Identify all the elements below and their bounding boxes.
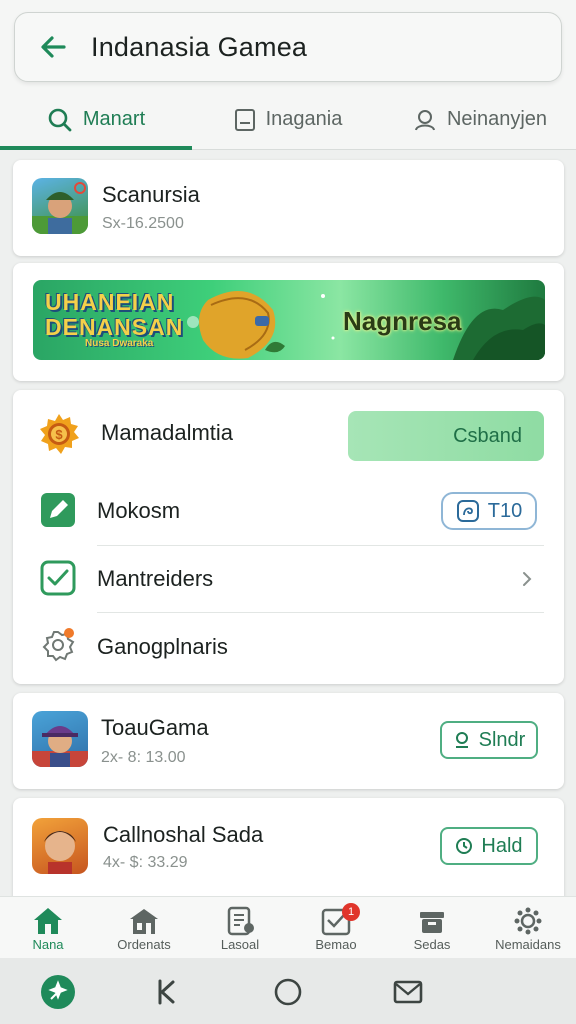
nav-item-nana[interactable]: Nana bbox=[0, 897, 96, 958]
sparkle-icon bbox=[41, 975, 75, 1009]
back-button[interactable] bbox=[33, 27, 73, 67]
tab-inagania[interactable]: Inagania bbox=[192, 90, 384, 149]
arrow-left-icon bbox=[41, 36, 66, 58]
menu-label: Mokosm bbox=[97, 498, 181, 523]
coin-gear-icon: $ bbox=[40, 414, 79, 454]
person-icon bbox=[414, 109, 435, 130]
app-subtitle: 2x- 8: 13.00 bbox=[101, 749, 186, 766]
menu-row-mokosm[interactable]: Mokosm T10 bbox=[13, 476, 564, 544]
tab-bar: Manart Inagania Neinanyjen bbox=[0, 90, 576, 150]
system-nav-bar bbox=[0, 958, 576, 1024]
menu-label: Mamadalmtia bbox=[101, 420, 234, 445]
nav-item-sedas[interactable]: Sedas bbox=[384, 897, 480, 958]
download-icon bbox=[455, 732, 468, 748]
mail-icon bbox=[393, 980, 423, 1004]
page-title: Indanasia Gamea bbox=[91, 31, 308, 62]
nav-label: Nana bbox=[32, 937, 64, 952]
tab-label: Inagania bbox=[265, 108, 343, 130]
home-nav-button[interactable] bbox=[268, 972, 308, 1012]
app-title: ToauGama bbox=[101, 715, 209, 740]
back-chevron-icon bbox=[158, 979, 175, 1005]
bottom-nav: Nana Ordenats Lasoal 1 Bemao Sedas Nemai… bbox=[0, 896, 576, 958]
square-icon bbox=[234, 108, 255, 131]
menu-label: Ganogplnaris bbox=[97, 634, 228, 659]
svg-text:$: $ bbox=[55, 427, 63, 442]
banner-headline: Nagnresa bbox=[343, 306, 462, 336]
top-bar: Indanasia Gamea bbox=[0, 0, 576, 96]
recents-nav-button[interactable] bbox=[388, 972, 428, 1012]
tab-neinanyjen[interactable]: Neinanyjen bbox=[384, 90, 576, 149]
slndr-button[interactable]: Slndr bbox=[440, 721, 538, 759]
clock-icon bbox=[456, 838, 473, 854]
csband-button[interactable]: Csband bbox=[348, 411, 544, 461]
document-icon bbox=[227, 906, 254, 936]
menu-row-mamadalmtia[interactable]: $ Mamadalmtia Csband bbox=[13, 394, 564, 470]
app-card-scanursia[interactable]: Scanursia Sx-16.2500 bbox=[13, 160, 564, 256]
pencil-square-icon bbox=[41, 493, 75, 527]
nav-label: Bemao bbox=[315, 937, 357, 952]
app-title: Scanursia bbox=[102, 182, 200, 207]
back-nav-button[interactable] bbox=[146, 972, 186, 1012]
settings-icon bbox=[514, 907, 542, 935]
chevron-right-icon bbox=[523, 572, 532, 586]
nav-label: Lasoal bbox=[220, 937, 260, 952]
circle-home-icon bbox=[274, 978, 302, 1006]
t10-button[interactable]: T10 bbox=[441, 492, 537, 530]
app-title: Callnoshal Sada bbox=[103, 822, 264, 847]
app-icon bbox=[32, 178, 88, 234]
checkbox-icon bbox=[40, 560, 76, 596]
home-icon bbox=[34, 908, 62, 934]
banner-card: UHANEIAN DENANSAN Nusa Dwaraka Nagnresa bbox=[13, 263, 564, 381]
app-icon bbox=[32, 711, 88, 767]
title-bar: Indanasia Gamea bbox=[14, 12, 562, 82]
banner-logo-text: UHANEIAN DENANSAN bbox=[45, 289, 184, 340]
nav-item-bemao[interactable]: 1 Bemao bbox=[288, 897, 384, 958]
menu-row-ganogplnaris[interactable]: Ganogplnaris bbox=[13, 612, 564, 680]
nav-item-nemaidans[interactable]: Nemaidans bbox=[480, 897, 576, 958]
promo-banner[interactable]: UHANEIAN DENANSAN Nusa Dwaraka Nagnresa bbox=[33, 280, 545, 360]
app-card-callnoshal[interactable]: Callnoshal Sada 4x- $: 33.29 Hald bbox=[13, 798, 564, 908]
nav-label: Nemaidans bbox=[495, 937, 561, 952]
menu-row-mantreiders[interactable]: Mantreiders bbox=[13, 544, 564, 612]
nav-item-lasoal[interactable]: Lasoal bbox=[192, 897, 288, 958]
nav-item-ordenats[interactable]: Ordenats bbox=[96, 897, 192, 958]
notification-badge: 1 bbox=[342, 903, 360, 921]
store-icon bbox=[130, 909, 158, 934]
badge-person-icon bbox=[42, 628, 75, 662]
app-icon bbox=[32, 818, 88, 874]
app-subtitle: 4x- $: 33.29 bbox=[103, 854, 188, 871]
tab-label: Neinanyjen bbox=[446, 108, 548, 130]
edit-icon bbox=[456, 500, 479, 522]
hald-button[interactable]: Hald bbox=[440, 827, 538, 865]
search-icon bbox=[48, 108, 72, 131]
tab-label: Manart bbox=[82, 108, 146, 130]
banner-small-text: Nusa Dwaraka bbox=[85, 338, 154, 349]
nav-label: Sedas bbox=[413, 937, 451, 952]
menu-label: Mantreiders bbox=[97, 566, 214, 591]
assistant-button[interactable] bbox=[38, 972, 78, 1012]
app-card-toaugama[interactable]: ToauGama 2x- 8: 13.00 Slndr bbox=[13, 693, 564, 789]
tab-manart[interactable]: Manart bbox=[0, 90, 192, 150]
box-icon bbox=[420, 912, 444, 933]
nav-label: Ordenats bbox=[117, 937, 171, 952]
app-subtitle: Sx-16.2500 bbox=[102, 215, 184, 232]
menu-card: $ Mamadalmtia Csband Mokosm T10 Mantreid… bbox=[13, 390, 564, 684]
